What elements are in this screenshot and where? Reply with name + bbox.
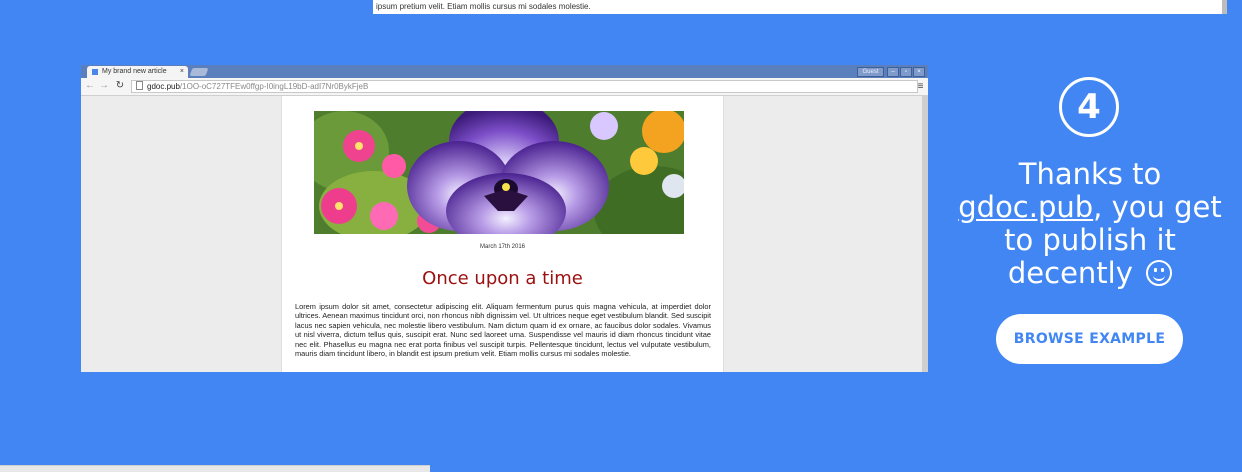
browser-toolbar: ← → ↻ gdoc.pub/1OO-oC727TFEw0ffgp-I0ingL… [81,78,928,96]
browser-tab[interactable]: My brand new article × [87,66,188,78]
pansy-flower-image [314,111,684,234]
article-date: March 17th 2016 [479,244,526,250]
previous-step-text: ipsum pretium velit. Etiam mollis cursus… [376,2,591,11]
article-title: Once upon a time [422,268,583,289]
hamburger-menu-icon[interactable]: ≡ [916,81,925,92]
browse-example-button[interactable]: BROWSE EXAMPLE [996,314,1183,364]
minimize-button[interactable]: – [887,67,899,77]
guest-badge[interactable]: Guest [857,67,884,77]
forward-arrow-icon[interactable]: → [98,80,110,92]
reload-icon[interactable]: ↻ [114,80,126,92]
url-path: /1OO-oC727TFEw0ffgp-I0ingL19bD-adI7Nr0By… [179,82,369,91]
close-window-button[interactable]: × [913,67,925,77]
maximize-button[interactable]: ▫ [900,67,912,77]
tab-close-icon[interactable]: × [180,66,184,78]
url-host: gdoc.pub [147,82,180,91]
smiley-icon [1146,260,1173,286]
browser-window-screenshot: My brand new article × Guest – ▫ × ← → ↻… [81,65,928,372]
vertical-scrollbar[interactable] [922,96,928,372]
favicon-icon [92,69,98,75]
promo-line-before: Thanks to [1018,157,1162,191]
published-document: March 17th 2016 Once upon a time Lorem i… [281,96,724,372]
gdoc-pub-link[interactable]: gdoc.pub [958,190,1093,224]
new-tab-button[interactable] [189,68,209,76]
promo-text: Thanks to gdoc.pub, you get to publish i… [952,158,1228,290]
address-bar[interactable]: gdoc.pub/1OO-oC727TFEw0ffgp-I0ingL19bD-a… [131,80,918,93]
back-arrow-icon[interactable]: ← [84,80,96,92]
page-icon [136,81,143,90]
step-number-badge: 4 [1059,77,1119,137]
previous-step-screenshot: ipsum pretium velit. Etiam mollis cursus… [373,0,1227,14]
browser-titlebar: My brand new article × Guest – ▫ × [81,65,928,78]
tab-title: My brand new article [102,68,167,75]
browser-viewport: March 17th 2016 Once upon a time Lorem i… [81,96,928,372]
article-body: Lorem ipsum dolor sit amet, consectetur … [295,302,711,359]
